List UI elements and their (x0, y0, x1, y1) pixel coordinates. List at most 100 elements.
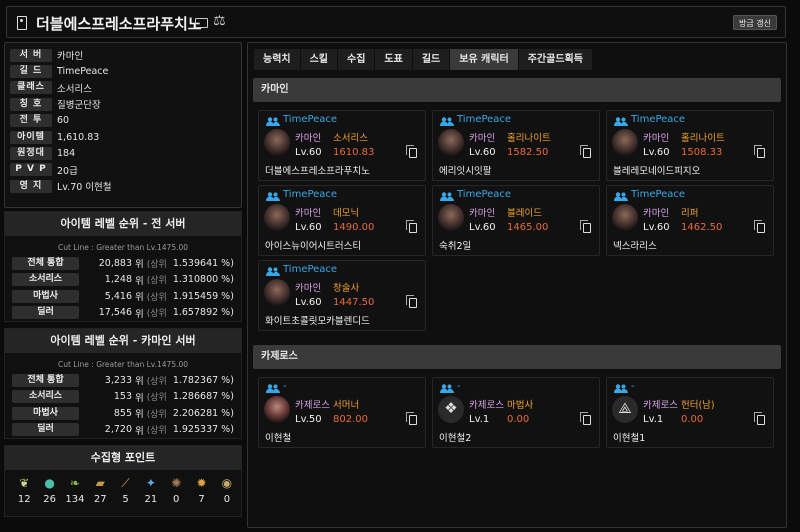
character-header: 더블에스프레소프라푸치노 ⚖ 방금 갱신 (6, 6, 786, 38)
tab-0[interactable]: 능력치 (254, 49, 300, 70)
info-row: 영 지 Lv.70 이현철 (10, 178, 236, 194)
tab-1[interactable]: 스킬 (300, 49, 338, 70)
rank-server-cutline: Cut Line : Greater than Lv.1475.00 (57, 360, 189, 369)
rank-label: 마법사 (12, 406, 79, 420)
copy-icon[interactable] (406, 295, 417, 308)
guild-name: TimePeace (283, 189, 338, 200)
item-level: 1465.00 (507, 222, 549, 233)
rank-percent: 1.915459 %) (172, 290, 234, 302)
collection-item[interactable]: ▰ 27 (89, 475, 112, 505)
copy-icon[interactable] (406, 220, 417, 233)
copy-icon[interactable] (406, 145, 417, 158)
class-name: 서머너 (333, 400, 360, 411)
character-card[interactable]: - 카제로스 서머너 Lv.50 802.00 이현철 (258, 377, 426, 448)
item-level: 802.00 (333, 414, 368, 425)
collection-count: 7 (198, 494, 205, 505)
rank-server-title: 아이템 레벨 순위 - 카마인 서버 (5, 329, 241, 353)
character-card[interactable]: - ❖ 카제로스 마법사 Lv.1 0.00 이현철2 (432, 377, 600, 448)
tab-5[interactable]: 보유 캐릭터 (450, 49, 518, 70)
character-card[interactable]: TimePeace 카마인 소서리스 Lv.60 1610.83 더블에스프레소프라푸치노 (258, 110, 426, 181)
scale-icon[interactable]: ⚖ (213, 13, 226, 29)
rank-label: 소서리스 (12, 273, 79, 287)
info-label: 서 버 (10, 48, 52, 62)
tab-6[interactable]: 주간골드획득 (518, 49, 592, 70)
tab-3[interactable]: 도표 (375, 49, 412, 70)
collection-count: 0 (173, 494, 180, 505)
collection-title: 수집형 포인트 (5, 446, 241, 470)
character-avatar (612, 129, 638, 156)
collection-item[interactable]: ● 26 (38, 475, 61, 505)
server-name: 카제로스 (643, 400, 678, 411)
rank-unit: 위 (135, 409, 144, 421)
server-name: 카마인 (295, 133, 322, 144)
character-card[interactable]: TimePeace 카마인 창술사 Lv.60 1447.50 화이트초콜릿모카블렌디드 (258, 260, 426, 331)
copy-icon[interactable] (406, 412, 417, 425)
bookmark-icon[interactable] (17, 16, 27, 30)
rank-all-title: 아이템 레벨 순위 - 전 서버 (5, 212, 241, 236)
info-value: 카마인 (57, 51, 84, 63)
orpheus-star-icon: ✹ (196, 476, 207, 490)
character-card[interactable]: TimePeace 카마인 홀리나이트 Lv.60 1582.50 에리잇시잇팔 (432, 110, 600, 181)
rank-top-label: (상위 (146, 309, 167, 320)
collection-count: 21 (144, 494, 158, 505)
character-card[interactable]: TimePeace 카마인 블레이드 Lv.60 1465.00 숙취2일 (432, 185, 600, 256)
character-card[interactable]: TimePeace 카마인 홀리나이트 Lv.60 1508.33 블레레모네이드피지오 (606, 110, 774, 181)
server-name: 카제로스 (469, 400, 504, 411)
character-avatar (264, 279, 290, 306)
rank-top-label: (상위 (146, 259, 167, 270)
character-card[interactable]: TimePeace 카마인 데모닉 Lv.60 1490.00 아이스뉴이어시트러스티 (258, 185, 426, 256)
party-icon (266, 267, 280, 276)
collection-item[interactable]: ✺ 0 (165, 475, 188, 505)
copy-icon[interactable] (580, 412, 591, 425)
class-name: 헌터(남) (681, 400, 715, 411)
character-avatar (264, 204, 290, 231)
rank-top-label: (상위 (146, 409, 167, 420)
rank-label: 전체 통합 (12, 373, 79, 387)
info-row: 아이템 1,610.83 (10, 129, 236, 145)
collection-item[interactable]: ◉ 0 (216, 475, 239, 505)
collection-item[interactable]: ✹ 7 (190, 475, 213, 505)
character-name: 더블에스프레소프라푸치노 (265, 166, 370, 177)
collection-item[interactable]: ❧ 134 (64, 475, 87, 505)
character-name: 에리잇시잇팔 (439, 166, 492, 177)
character-card[interactable]: TimePeace 카마인 리퍼 Lv.60 1462.50 넥스라리스 (606, 185, 774, 256)
character-name: 이현철 (265, 433, 292, 444)
copy-icon[interactable] (754, 412, 765, 425)
collection-item[interactable]: ❦ 12 (13, 475, 36, 505)
character-avatar (264, 129, 290, 156)
class-name: 홀리나이트 (507, 133, 551, 144)
party-icon (440, 384, 454, 393)
rank-unit: 위 (135, 259, 144, 271)
tab-4[interactable]: 길드 (412, 49, 450, 70)
party-icon (614, 384, 628, 393)
card-icon[interactable] (195, 18, 208, 28)
guild-name: TimePeace (283, 114, 338, 125)
info-row: 서 버 카마인 (10, 47, 236, 63)
copy-icon[interactable] (754, 220, 765, 233)
info-value: TimePeace (57, 66, 109, 78)
info-label: 칭 호 (10, 97, 52, 111)
info-row: 길 드 TimePeace (10, 63, 236, 79)
rank-label: 소서리스 (12, 390, 79, 404)
rank-unit: 위 (135, 392, 144, 404)
item-level: 1490.00 (333, 222, 375, 233)
rank-row: 마법사 855 위 (상위 2.206281 %) (5, 405, 241, 422)
copy-icon[interactable] (580, 220, 591, 233)
character-card[interactable]: - ⟁ 카제로스 헌터(남) Lv.1 0.00 이현철1 (606, 377, 774, 448)
rank-percent: 1.925337 %) (172, 424, 234, 436)
tab-2[interactable]: 수집 (338, 49, 375, 70)
collection-count: 27 (93, 494, 107, 505)
character-level: Lv.60 (643, 222, 670, 233)
character-name: 넥스라리스 (613, 241, 657, 252)
world-tree-leaf-icon: ✦ (145, 476, 156, 490)
character-avatar (612, 204, 638, 231)
item-level: 0.00 (507, 414, 530, 425)
refresh-button[interactable]: 방금 갱신 (733, 15, 777, 30)
character-level: Lv.1 (469, 414, 490, 425)
rank-label: 딜러 (12, 423, 79, 437)
copy-icon[interactable] (754, 145, 765, 158)
collection-item[interactable]: ✦ 21 (140, 475, 163, 505)
info-label: 아이템 (10, 130, 52, 144)
collection-item[interactable]: ⟋ 5 (114, 475, 137, 505)
copy-icon[interactable] (580, 145, 591, 158)
